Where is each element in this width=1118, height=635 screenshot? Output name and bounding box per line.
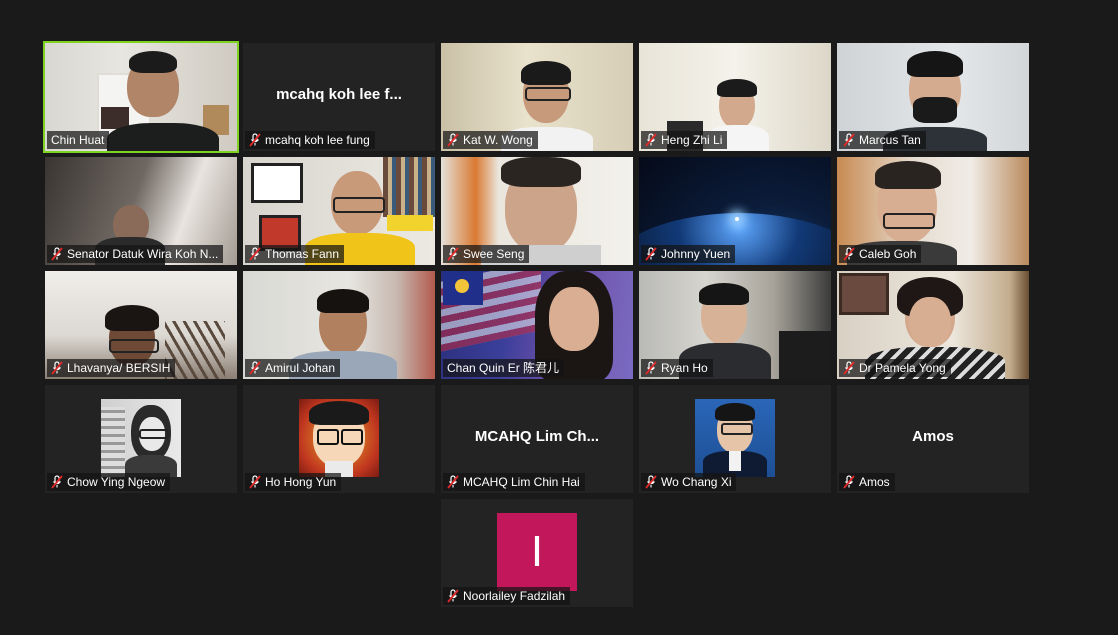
participant-name-label: Amos <box>839 473 895 491</box>
participant-tile-johnny-yuen[interactable]: Johnny Yuen <box>639 157 831 265</box>
participant-tile-mcahq-koh-lee-fung[interactable]: mcahq koh lee f... mcahq koh lee fung <box>243 43 435 151</box>
participant-name-label: MCAHQ Lim Chin Hai <box>443 473 585 491</box>
participant-tile-noorlailey-fadzilah[interactable]: I Noorlailey Fadzilah <box>441 499 633 607</box>
muted-mic-icon <box>843 133 855 147</box>
participant-tile-thomas-fann[interactable]: Thomas Fann <box>243 157 435 265</box>
participant-tile-chan-quin-er[interactable]: Chan Quin Er 陈君儿 <box>441 271 633 379</box>
muted-mic-icon <box>51 361 63 375</box>
muted-mic-icon <box>447 247 459 261</box>
muted-mic-icon <box>51 247 63 261</box>
participant-tile-chin-huat[interactable]: Chin Huat <box>43 41 239 153</box>
muted-mic-icon <box>249 475 261 489</box>
muted-mic-icon <box>447 475 459 489</box>
participant-tile-marcus-tan[interactable]: Marcus Tan <box>837 43 1029 151</box>
participant-name-label: Wo Chang Xi <box>641 473 737 491</box>
participant-tile-ryan-ho[interactable]: Ryan Ho <box>639 271 831 379</box>
participant-name-label: Chow Ying Ngeow <box>47 473 171 491</box>
muted-mic-icon <box>645 247 657 261</box>
muted-mic-icon <box>843 361 855 375</box>
participant-tile-mcahq-lim-chin-hai[interactable]: MCAHQ Lim Ch... MCAHQ Lim Chin Hai <box>441 385 633 493</box>
muted-mic-icon <box>645 133 657 147</box>
muted-mic-icon <box>249 247 261 261</box>
participant-display-name: Amos <box>912 428 954 445</box>
muted-mic-icon <box>51 475 63 489</box>
participant-name-label: Chan Quin Er 陈君儿 <box>443 359 565 377</box>
muted-mic-icon <box>843 475 855 489</box>
participant-name-label: Thomas Fann <box>245 245 345 263</box>
participant-name-label: Senator Datuk Wira Koh N... <box>47 245 224 263</box>
profile-picture <box>101 399 181 477</box>
participant-tile-lhavanya-bersih[interactable]: Lhavanya/ BERSIH <box>45 271 237 379</box>
muted-mic-icon <box>645 361 657 375</box>
muted-mic-icon <box>249 133 261 147</box>
participant-tile-ho-hong-yun[interactable]: Ho Hong Yun <box>243 385 435 493</box>
muted-mic-icon <box>645 475 657 489</box>
participant-tile-swee-seng[interactable]: Swee Seng <box>441 157 633 265</box>
participant-tile-amirul-johan[interactable]: Amirul Johan <box>243 271 435 379</box>
participant-tile-caleb-goh[interactable]: Caleb Goh <box>837 157 1029 265</box>
participant-tile-amos[interactable]: Amos Amos <box>837 385 1029 493</box>
participant-name-label: Chin Huat <box>47 131 110 149</box>
participant-name-label: Dr Pamela Yong <box>839 359 951 377</box>
participant-name-label: Marcus Tan <box>839 131 926 149</box>
muted-mic-icon <box>447 589 459 603</box>
participant-name-label: Johnny Yuen <box>641 245 736 263</box>
participant-name-label: Ho Hong Yun <box>245 473 342 491</box>
participant-display-name: mcahq koh lee f... <box>276 86 402 103</box>
participant-name-label: Heng Zhi Li <box>641 131 728 149</box>
participant-name-label: mcahq koh lee fung <box>245 131 375 149</box>
avatar: I <box>497 513 577 591</box>
participant-tile-senator-datuk-wira[interactable]: Senator Datuk Wira Koh N... <box>45 157 237 265</box>
participant-tile-chow-ying-ngeow[interactable]: Chow Ying Ngeow <box>45 385 237 493</box>
muted-mic-icon <box>447 133 459 147</box>
participant-name-label: Caleb Goh <box>839 245 922 263</box>
participant-name-label: Noorlailey Fadzilah <box>443 587 571 605</box>
participant-display-name: MCAHQ Lim Ch... <box>474 428 600 445</box>
participant-tile-dr-pamela-yong[interactable]: Dr Pamela Yong <box>837 271 1029 379</box>
muted-mic-icon <box>249 361 261 375</box>
participant-name-label: Lhavanya/ BERSIH <box>47 359 176 377</box>
participant-tile-kat-w-wong[interactable]: Kat W. Wong <box>441 43 633 151</box>
participant-name-label: Ryan Ho <box>641 359 713 377</box>
participant-name-label: Amirul Johan <box>245 359 341 377</box>
participant-tile-wo-chang-xi[interactable]: Wo Chang Xi <box>639 385 831 493</box>
participant-name-label: Kat W. Wong <box>443 131 538 149</box>
participant-name-label: Swee Seng <box>443 245 530 263</box>
muted-mic-icon <box>843 247 855 261</box>
participant-tile-heng-zhi-li[interactable]: Heng Zhi Li <box>639 43 831 151</box>
profile-picture <box>299 399 379 477</box>
profile-picture <box>695 399 775 477</box>
